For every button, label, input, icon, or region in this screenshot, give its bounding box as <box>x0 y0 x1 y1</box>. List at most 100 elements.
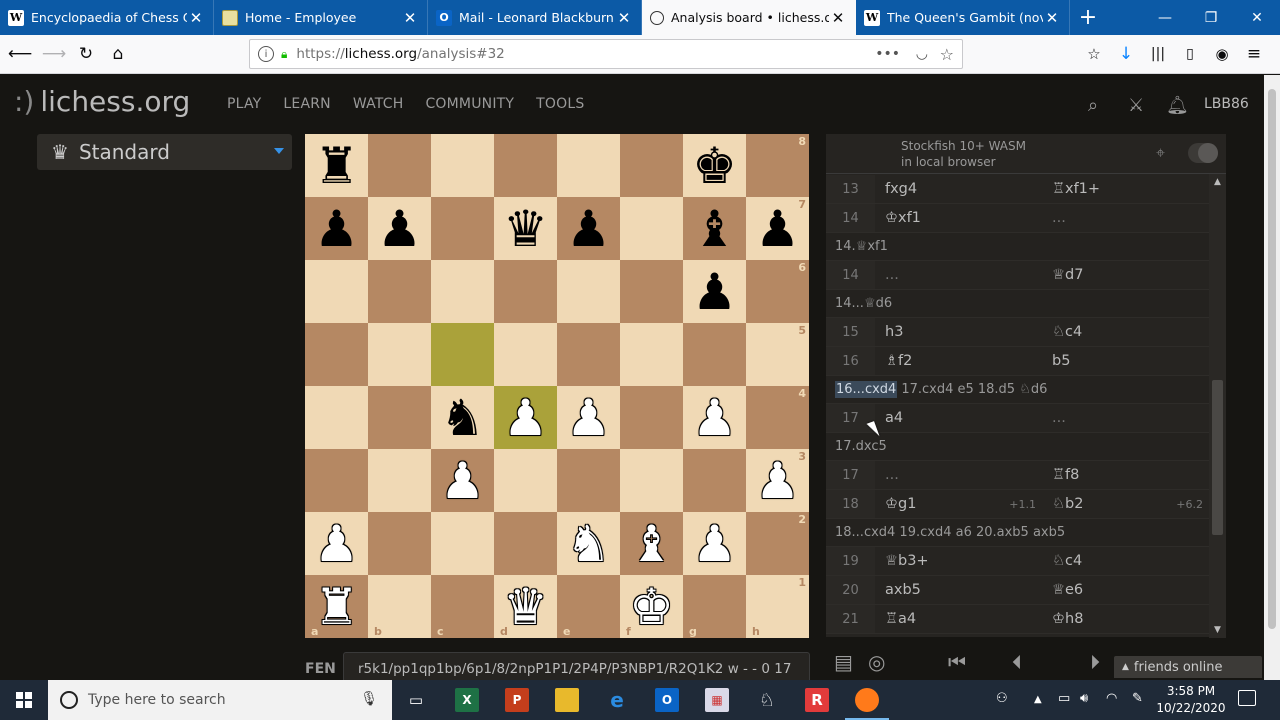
action-center-icon[interactable] <box>1238 690 1256 706</box>
square-f3[interactable] <box>620 449 683 512</box>
minimize-icon[interactable]: — <box>1142 0 1188 35</box>
square-g7[interactable]: ♝ <box>683 197 746 260</box>
square-d1[interactable]: ♛ d <box>494 575 557 638</box>
username[interactable]: LBB86 <box>1204 96 1249 112</box>
square-a7[interactable]: ♟ <box>305 197 368 260</box>
square-b3[interactable] <box>368 449 431 512</box>
white-knight-icon[interactable]: ♞ <box>566 519 611 569</box>
file-explorer-icon[interactable] <box>555 688 579 712</box>
square-d4[interactable]: ♟ <box>494 386 557 449</box>
black-pawn-icon[interactable]: ♟ <box>566 204 611 254</box>
excel-icon[interactable]: X <box>455 688 479 712</box>
black-rook-icon[interactable]: ♜ <box>314 141 359 191</box>
chess-board[interactable]: ♜ ♚ 8 ♟ ♟ ♛ ♟ ♝ ♟ 7 ♟ 6 5 ♞ ♟ ♟ ♟ 4 ♟ ♟ 3 ♟ ♞ ♝ ♟ 2 ♜ a b c ♛ d e ♚ f g 1 h <box>305 134 809 638</box>
white-pawn-icon[interactable]: ♟ <box>692 519 737 569</box>
square-f2[interactable]: ♝ <box>620 512 683 575</box>
white-pawn-icon[interactable]: ♟ <box>314 519 359 569</box>
nav-watch[interactable]: WATCH <box>353 96 404 112</box>
page-actions-icon[interactable]: ••• <box>875 46 900 62</box>
square-a4[interactable] <box>305 386 368 449</box>
white-pawn-icon[interactable]: ♟ <box>755 456 800 506</box>
square-e2[interactable]: ♞ <box>557 512 620 575</box>
square-b2[interactable] <box>368 512 431 575</box>
square-h3[interactable]: ♟ 3 <box>746 449 809 512</box>
square-b6[interactable] <box>368 260 431 323</box>
wifi-icon[interactable]: ◠ <box>1106 691 1117 706</box>
white-move[interactable]: axb5 <box>875 576 1042 604</box>
scroll-down-icon[interactable]: ▼ <box>1209 622 1226 638</box>
square-h6[interactable]: 6 <box>746 260 809 323</box>
variation-line[interactable]: 17.dxc5 <box>826 433 1209 461</box>
variant-selector[interactable]: ♛ Standard <box>37 134 292 170</box>
white-move[interactable]: ♖a4 <box>875 605 1042 633</box>
square-e4[interactable]: ♟ <box>557 386 620 449</box>
move-list-scrollbar[interactable]: ▲ ▼ <box>1209 174 1226 638</box>
sidebar-icon[interactable]: ▯ <box>1176 41 1204 67</box>
square-f6[interactable] <box>620 260 683 323</box>
close-icon[interactable]: ✕ <box>615 9 633 27</box>
square-e7[interactable]: ♟ <box>557 197 620 260</box>
square-a2[interactable]: ♟ <box>305 512 368 575</box>
page-scrollbar[interactable] <box>1264 75 1280 680</box>
square-e3[interactable] <box>557 449 620 512</box>
variation-line[interactable]: 14...♕d6 <box>826 290 1209 318</box>
square-d7[interactable]: ♛ <box>494 197 557 260</box>
square-c5[interactable] <box>431 323 494 386</box>
square-b8[interactable] <box>368 134 431 197</box>
white-move[interactable]: ♔g1 +1.1 <box>875 490 1042 518</box>
current-move[interactable]: 16...cxd4 <box>835 381 898 398</box>
black-bishop-icon[interactable]: ♝ <box>692 204 737 254</box>
square-b4[interactable] <box>368 386 431 449</box>
square-d3[interactable] <box>494 449 557 512</box>
square-h1[interactable]: 1h <box>746 575 809 638</box>
square-h5[interactable]: 5 <box>746 323 809 386</box>
black-move[interactable]: ♖f8 <box>1042 461 1209 489</box>
previous-move-icon[interactable]: ⏴ <box>1012 650 1022 674</box>
square-h4[interactable]: 4 <box>746 386 809 449</box>
square-b1[interactable]: b <box>368 575 431 638</box>
taskbar-search[interactable]: Type here to search 🎙︎ <box>48 680 392 720</box>
square-a6[interactable] <box>305 260 368 323</box>
white-move[interactable]: a4 <box>875 404 1042 432</box>
forward-arrow-icon[interactable]: ⟶ <box>40 41 68 67</box>
taskbar-clock[interactable]: 3:58 PM 10/22/2020 <box>1156 683 1226 717</box>
square-f1[interactable]: ♚ f <box>620 575 683 638</box>
library-icon[interactable]: ||| <box>1144 41 1172 67</box>
powerpoint-icon[interactable]: P <box>505 688 529 712</box>
nav-tools[interactable]: TOOLS <box>536 96 584 112</box>
black-move[interactable]: ♔h8 <box>1042 605 1209 633</box>
black-knight-icon[interactable]: ♞ <box>440 393 485 443</box>
pen-icon[interactable]: ✎ <box>1132 691 1143 706</box>
square-a1[interactable]: ♜ a <box>305 575 368 638</box>
black-move[interactable]: ♘c4 <box>1042 318 1209 346</box>
black-move[interactable]: ♘b2 +6.2 <box>1042 490 1209 518</box>
pocket-icon[interactable]: ◡ <box>916 46 928 62</box>
white-move[interactable]: ♕b3+ <box>875 547 1042 575</box>
white-queen-icon[interactable]: ♛ <box>503 582 548 632</box>
close-window-icon[interactable]: ✕ <box>1234 0 1280 35</box>
square-f4[interactable] <box>620 386 683 449</box>
white-pawn-icon[interactable]: ♟ <box>503 393 548 443</box>
square-f8[interactable] <box>620 134 683 197</box>
black-pawn-icon[interactable]: ♟ <box>692 267 737 317</box>
square-c6[interactable] <box>431 260 494 323</box>
restore-icon[interactable]: ❐ <box>1188 0 1234 35</box>
square-c2[interactable] <box>431 512 494 575</box>
challenge-swords-icon[interactable]: ⚔ <box>1128 95 1144 116</box>
close-icon[interactable]: ✕ <box>401 9 419 27</box>
square-c8[interactable] <box>431 134 494 197</box>
white-pawn-icon[interactable]: ♟ <box>440 456 485 506</box>
variation-line[interactable]: 18...cxd4 19.cxd4 a6 20.axb5 axb5 <box>826 519 1209 547</box>
people-icon[interactable]: ⚇ <box>996 691 1008 706</box>
nav-community[interactable]: COMMUNITY <box>425 96 514 112</box>
scroll-up-icon[interactable]: ▲ <box>1209 174 1226 190</box>
notification-bell-icon[interactable]: 🔔︎ <box>1166 95 1189 116</box>
square-h7[interactable]: ♟ 7 <box>746 197 809 260</box>
bookmarks-star-icon[interactable]: ☆ <box>1080 41 1108 67</box>
white-pawn-icon[interactable]: ♟ <box>692 393 737 443</box>
black-king-icon[interactable]: ♚ <box>692 141 737 191</box>
tab-queens-gambit[interactable]: W The Queen's Gambit (novel) ✕ <box>856 0 1070 35</box>
nav-learn[interactable]: LEARN <box>283 96 330 112</box>
square-d6[interactable] <box>494 260 557 323</box>
tab-analysis-board[interactable]: Analysis board • lichess.org ✕ <box>642 0 856 35</box>
